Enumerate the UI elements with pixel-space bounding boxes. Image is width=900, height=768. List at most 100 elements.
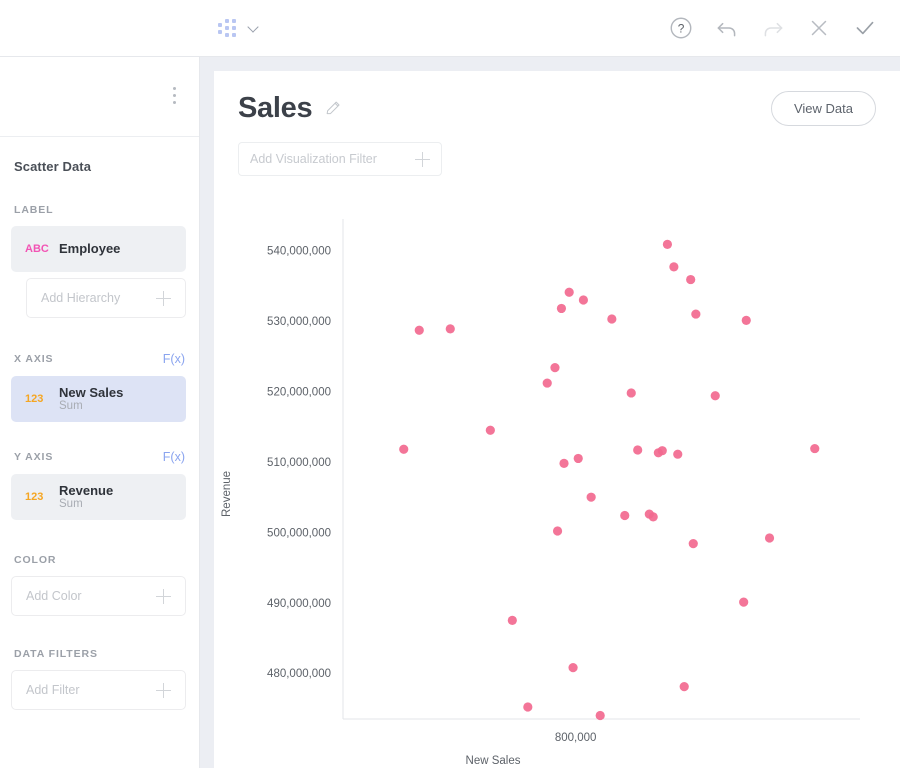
add-filter-label: Add Filter bbox=[26, 683, 80, 697]
help-icon[interactable]: ? bbox=[668, 15, 694, 41]
svg-text:?: ? bbox=[678, 21, 685, 35]
field-name: New Sales bbox=[59, 384, 124, 400]
add-visualization-filter-label: Add Visualization Filter bbox=[250, 152, 377, 166]
section-header-label: LABEL bbox=[0, 204, 199, 216]
more-options-icon[interactable] bbox=[173, 87, 177, 105]
section-label-data-filters: DATA FILTERS bbox=[14, 648, 98, 660]
topbar-actions: ? bbox=[668, 15, 878, 41]
scatter-point[interactable] bbox=[679, 682, 689, 692]
section-label-label: LABEL bbox=[14, 204, 54, 216]
scatter-point[interactable] bbox=[414, 325, 424, 335]
scatter-point[interactable] bbox=[607, 314, 617, 324]
field-aggregation: Sum bbox=[59, 399, 83, 412]
scatter-point[interactable] bbox=[741, 315, 751, 326]
field-employee[interactable]: ABC Employee bbox=[11, 226, 186, 272]
scatter-point[interactable] bbox=[559, 458, 569, 468]
scatter-point[interactable] bbox=[564, 287, 574, 297]
close-icon[interactable] bbox=[806, 15, 832, 41]
field-new-sales[interactable]: 123 New Sales Sum bbox=[11, 376, 186, 422]
scatter-point[interactable] bbox=[523, 702, 533, 712]
scatter-point[interactable] bbox=[739, 597, 749, 607]
scatter-plot-svg[interactable]: 540,000,000 530,000,000 520,000,000 510,000… bbox=[214, 191, 900, 768]
scatter-point[interactable] bbox=[633, 445, 643, 455]
scatter-point[interactable] bbox=[657, 446, 667, 456]
scatter-point[interactable] bbox=[810, 443, 820, 454]
section-header-data-filters: DATA FILTERS bbox=[0, 648, 199, 660]
scatter-point[interactable] bbox=[399, 444, 409, 454]
sidebar: Scatter Data LABEL ABC Employee Add Hier… bbox=[0, 57, 200, 768]
section-header-x-axis: X AXIS F(x) bbox=[0, 352, 199, 366]
field-type-number-icon: 123 bbox=[25, 393, 44, 405]
topbar-left-segment bbox=[0, 0, 200, 57]
scatter-point[interactable] bbox=[648, 512, 658, 522]
scatter-point[interactable] bbox=[556, 303, 567, 314]
scatter-point[interactable] bbox=[542, 378, 552, 388]
y-axis-tick-label: 480,000,000 bbox=[267, 668, 331, 680]
add-visualization-filter-button[interactable]: Add Visualization Filter bbox=[238, 142, 442, 176]
add-color-button[interactable]: Add Color bbox=[11, 576, 186, 616]
scatter-point[interactable] bbox=[673, 449, 683, 459]
scatter-point[interactable] bbox=[662, 239, 673, 249]
scatter-point[interactable] bbox=[445, 324, 455, 334]
section-header-y-axis: Y AXIS F(x) bbox=[0, 450, 199, 464]
scatter-point[interactable] bbox=[552, 526, 563, 536]
add-color-label: Add Color bbox=[26, 589, 82, 603]
section-label-color: COLOR bbox=[14, 554, 57, 566]
plus-icon bbox=[415, 151, 430, 167]
scatter-point[interactable] bbox=[691, 309, 701, 319]
pencil-icon[interactable] bbox=[324, 99, 343, 118]
topbar: ? bbox=[200, 0, 900, 57]
redo-icon[interactable] bbox=[760, 15, 786, 41]
x-axis-title: New Sales bbox=[466, 755, 521, 767]
x-axis-fx-button[interactable]: F(x) bbox=[163, 352, 185, 366]
plus-icon bbox=[156, 588, 171, 604]
app-logo-dropdown[interactable] bbox=[218, 17, 260, 39]
visualization-card: Sales View Data Add Visualization Filter… bbox=[214, 71, 900, 768]
scatter-point[interactable] bbox=[686, 274, 696, 285]
y-axis-fx-button[interactable]: F(x) bbox=[163, 450, 185, 464]
scatter-point[interactable] bbox=[573, 453, 583, 464]
y-axis-tick-label: 530,000,000 bbox=[267, 316, 331, 328]
y-axis-tick-label: 490,000,000 bbox=[267, 598, 331, 610]
scatter-point[interactable] bbox=[485, 425, 495, 435]
scatter-point[interactable] bbox=[586, 492, 596, 502]
y-axis-tick-label: 540,000,000 bbox=[267, 246, 331, 258]
add-filter-button[interactable]: Add Filter bbox=[11, 670, 186, 710]
plus-icon bbox=[156, 290, 171, 306]
y-axis-title: Revenue bbox=[221, 471, 233, 517]
field-name: Employee bbox=[59, 241, 121, 257]
field-type-abc-icon: ABC bbox=[25, 243, 49, 255]
scatter-point[interactable] bbox=[568, 662, 578, 673]
add-hierarchy-button[interactable]: Add Hierarchy bbox=[26, 278, 186, 318]
scatter-point[interactable] bbox=[550, 362, 560, 373]
field-name: Revenue bbox=[59, 482, 114, 498]
domo-logo-icon bbox=[218, 17, 244, 39]
scatter-point[interactable] bbox=[626, 388, 636, 398]
field-revenue[interactable]: 123 Revenue Sum bbox=[11, 474, 186, 520]
y-axis-tick-label: 510,000,000 bbox=[267, 457, 331, 469]
field-aggregation: Sum bbox=[59, 497, 83, 510]
scatter-point[interactable] bbox=[764, 533, 775, 543]
scatter-point[interactable] bbox=[507, 615, 517, 626]
sidebar-menu-row bbox=[0, 57, 199, 137]
main-content: Sales View Data Add Visualization Filter… bbox=[200, 57, 900, 768]
scatter-point[interactable] bbox=[620, 510, 630, 521]
scatter-point[interactable] bbox=[669, 262, 679, 272]
section-label-x-axis: X AXIS bbox=[14, 353, 54, 365]
page-title: Sales bbox=[238, 92, 313, 124]
y-axis-tick-label: 500,000,000 bbox=[267, 527, 331, 539]
section-header-color: COLOR bbox=[0, 554, 199, 566]
confirm-check-icon[interactable] bbox=[852, 15, 878, 41]
card-header: Sales View Data bbox=[214, 71, 900, 126]
plus-icon bbox=[156, 682, 171, 698]
scatter-point[interactable] bbox=[595, 710, 605, 721]
scatter-chart[interactable]: 540,000,000 530,000,000 520,000,000 510,000… bbox=[214, 191, 900, 768]
scatter-point[interactable] bbox=[710, 391, 720, 401]
y-axis-tick-label: 520,000,000 bbox=[267, 387, 331, 399]
view-data-button[interactable]: View Data bbox=[770, 91, 876, 126]
scatter-point[interactable] bbox=[688, 539, 698, 549]
x-axis-tick-label: 800,000 bbox=[555, 732, 597, 744]
scatter-point[interactable] bbox=[578, 295, 589, 305]
dataset-title: Scatter Data bbox=[14, 159, 92, 174]
undo-icon[interactable] bbox=[714, 15, 740, 41]
